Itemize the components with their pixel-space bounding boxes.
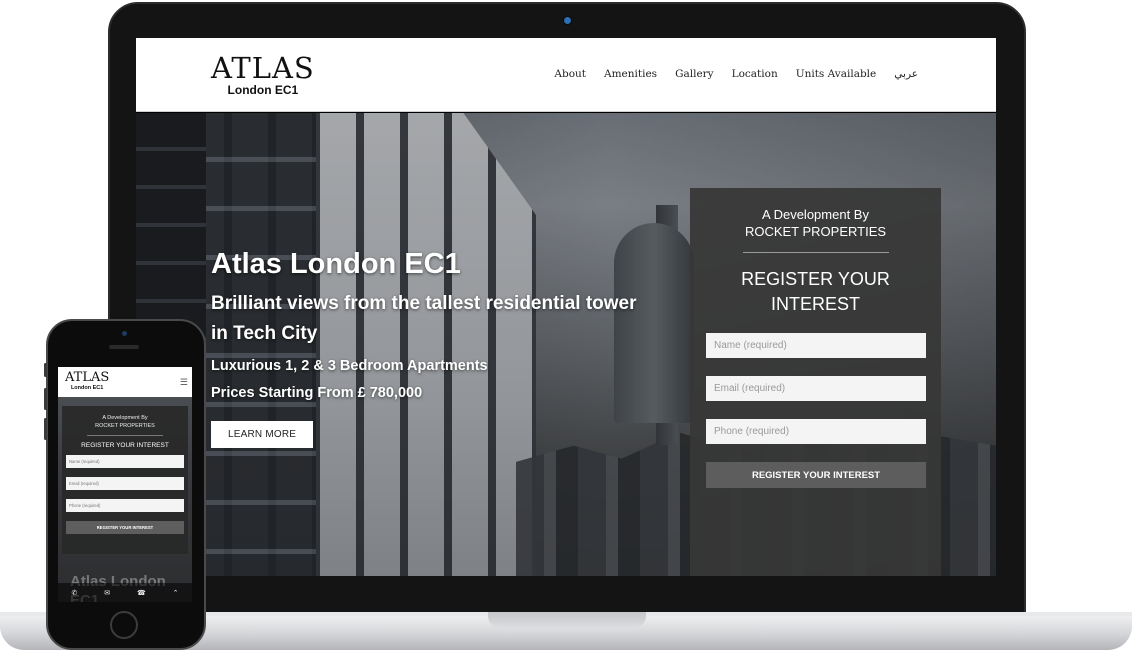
- register-panel: A Development By ROCKET PROPERTIES REGIS…: [690, 188, 941, 576]
- mobile-hero: A Development By ROCKET PROPERTIES REGIS…: [58, 397, 192, 602]
- mobile-register-panel: A Development By ROCKET PROPERTIES REGIS…: [62, 406, 188, 554]
- desktop-website: ATLAS London EC1 About Amenities Gallery…: [136, 38, 996, 576]
- mobile-header: ATLAS London EC1 ☰: [58, 367, 192, 397]
- hero-text: Atlas London EC1 Brilliant views from th…: [211, 247, 651, 448]
- mail-icon[interactable]: ✉: [104, 589, 110, 597]
- mobile-email-field[interactable]: [66, 477, 184, 490]
- register-heading-line2: INTEREST: [770, 294, 860, 314]
- whatsapp-icon[interactable]: ☎: [137, 589, 146, 597]
- mobile-action-bar: ✆ ✉ ☎ ⌃: [58, 583, 192, 602]
- hero-prices: Prices Starting From £ 780,000: [211, 385, 423, 401]
- phone-field[interactable]: [706, 419, 926, 444]
- mobile-panel-divider: [87, 435, 163, 436]
- mobile-register-submit-button[interactable]: REGISTER YOUR INTEREST: [66, 521, 184, 534]
- hero-apartments: Luxurious 1, 2 & 3 Bedroom Apartments: [211, 358, 488, 374]
- mobile-developer-line2: ROCKET PROPERTIES: [95, 423, 155, 429]
- nav-arabic[interactable]: عربي: [894, 68, 918, 80]
- phone-speaker: [109, 345, 139, 349]
- hero-subtitle: Brilliant views from the tallest residen…: [211, 293, 637, 344]
- hero-section: Atlas London EC1 Brilliant views from th…: [136, 113, 996, 576]
- nav-gallery[interactable]: Gallery: [675, 68, 714, 80]
- mobile-phone-field[interactable]: [66, 499, 184, 512]
- mobile-logo-subtitle: London EC1: [70, 385, 104, 391]
- site-logo[interactable]: ATLAS London EC1: [211, 52, 315, 96]
- developer-line1: A Development By: [762, 207, 869, 222]
- register-heading: REGISTER YOUR INTEREST: [690, 267, 941, 317]
- learn-more-button[interactable]: LEARN MORE: [211, 421, 314, 448]
- name-field[interactable]: [706, 333, 926, 358]
- chevron-up-icon[interactable]: ⌃: [173, 589, 179, 597]
- mobile-logo[interactable]: ATLAS London EC1: [65, 370, 110, 392]
- nav-units-available[interactable]: Units Available: [796, 68, 877, 80]
- mobile-website: ATLAS London EC1 ☰ A Development By ROCK…: [58, 367, 192, 602]
- phone-camera: [122, 331, 127, 336]
- developer-line2: ROCKET PROPERTIES: [744, 224, 887, 239]
- laptop-camera: [564, 17, 571, 24]
- developer-credit: A Development By ROCKET PROPERTIES: [690, 206, 941, 240]
- mobile-name-field[interactable]: [66, 455, 184, 468]
- site-header: ATLAS London EC1 About Amenities Gallery…: [136, 38, 996, 112]
- register-submit-button[interactable]: REGISTER YOUR INTEREST: [706, 462, 926, 488]
- nav-amenities[interactable]: Amenities: [604, 68, 657, 80]
- nav-about[interactable]: About: [554, 68, 586, 80]
- mobile-logo-wordmark: ATLAS: [65, 370, 110, 385]
- mobile-developer-line1: A Development By: [102, 415, 148, 421]
- logo-wordmark: ATLAS: [211, 51, 315, 85]
- laptop-notch: [488, 612, 646, 628]
- mobile-register-heading: REGISTER YOUR INTEREST: [81, 442, 169, 449]
- phone-volume-up: [44, 388, 47, 410]
- logo-subtitle: London EC1: [227, 83, 299, 97]
- mobile-developer-credit: A Development By ROCKET PROPERTIES: [62, 414, 188, 430]
- phone-volume-down: [44, 418, 47, 440]
- register-heading-line1: REGISTER YOUR: [741, 269, 890, 289]
- email-field[interactable]: [706, 376, 926, 401]
- nav-location[interactable]: Location: [732, 68, 778, 80]
- phone-mute-switch: [44, 363, 47, 377]
- phone-icon[interactable]: ✆: [71, 589, 77, 597]
- panel-divider: [742, 252, 889, 253]
- phone-home-button: [110, 611, 138, 639]
- main-nav: About Amenities Gallery Location Units A…: [554, 68, 918, 80]
- hero-title: Atlas London EC1: [211, 248, 461, 280]
- hamburger-menu-icon[interactable]: ☰: [180, 377, 188, 388]
